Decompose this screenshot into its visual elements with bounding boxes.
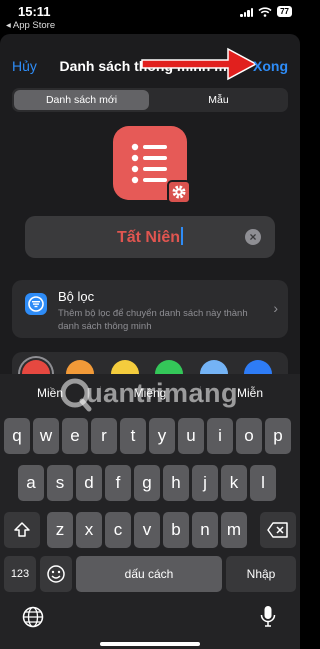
key-u[interactable]: u [178, 418, 204, 454]
color-swatch[interactable] [244, 360, 272, 374]
nav-bar: Hủy Danh sách thông minh mới Xong [0, 34, 300, 84]
keyboard: Miền Miệng Miễn uantrimang qwertyuiopasd… [0, 374, 300, 649]
segmented-control: Danh sách mới Mẫu [12, 88, 288, 112]
back-to-app-store[interactable]: ◂ App Store [6, 20, 55, 31]
filter-description: Thêm bộ lọc để chuyển danh sách này thàn… [58, 308, 248, 332]
wifi-icon [258, 6, 272, 17]
filter-icon [25, 293, 47, 315]
key-d[interactable]: d [76, 465, 102, 501]
microphone-icon[interactable] [260, 605, 276, 629]
key-n[interactable]: n [192, 512, 218, 548]
key-e[interactable]: e [62, 418, 88, 454]
key-y[interactable]: y [149, 418, 175, 454]
key-v[interactable]: v [134, 512, 160, 548]
key-t[interactable]: t [120, 418, 146, 454]
chevron-right-icon: › [273, 300, 278, 316]
status-bar: 15:11 ◂ App Store 77 [0, 0, 300, 31]
list-editor: Tất Niên × Bộ lọc Thêm bộ lọc để chuyển … [0, 120, 300, 374]
delete-key[interactable] [260, 512, 296, 548]
color-swatch[interactable] [22, 360, 50, 374]
cellular-signal-icon [240, 7, 254, 17]
color-swatch[interactable] [200, 360, 228, 374]
tab-templates[interactable]: Mẫu [151, 90, 286, 110]
key-q[interactable]: q [4, 418, 30, 454]
clear-text-icon[interactable]: × [245, 229, 261, 245]
color-swatch[interactable] [111, 360, 139, 374]
shift-icon [14, 522, 30, 537]
gear-icon [167, 180, 191, 204]
key-s[interactable]: s [47, 465, 73, 501]
suggestion-1[interactable]: Miền [0, 386, 100, 400]
key-o[interactable]: o [236, 418, 262, 454]
key-a[interactable]: a [18, 465, 44, 501]
filter-title: Bộ lọc [58, 289, 95, 304]
battery-icon: 77 [277, 6, 292, 17]
emoji-icon [47, 565, 65, 583]
key-p[interactable]: p [265, 418, 291, 454]
space-key[interactable]: dấu cách [76, 556, 222, 592]
filter-row[interactable]: Bộ lọc Thêm bộ lọc để chuyển danh sách n… [12, 280, 288, 338]
key-j[interactable]: j [192, 465, 218, 501]
emoji-key[interactable] [40, 556, 72, 592]
list-bullet-icon [131, 143, 167, 184]
globe-icon[interactable] [22, 606, 44, 628]
list-name-value: Tất Niên [116, 229, 181, 246]
key-k[interactable]: k [221, 465, 247, 501]
numbers-key[interactable]: 123 [4, 556, 36, 592]
color-swatch[interactable] [155, 360, 183, 374]
done-button[interactable]: Xong [253, 58, 288, 74]
key-w[interactable]: w [33, 418, 59, 454]
key-g[interactable]: g [134, 465, 160, 501]
home-indicator [100, 642, 200, 646]
key-x[interactable]: x [76, 512, 102, 548]
backspace-icon [267, 522, 288, 538]
list-name-field[interactable]: Tất Niên × [25, 216, 275, 258]
key-l[interactable]: l [250, 465, 276, 501]
tab-new-list[interactable]: Danh sách mới [14, 90, 149, 110]
return-key[interactable]: Nhập [226, 556, 296, 592]
key-i[interactable]: i [207, 418, 233, 454]
shift-key[interactable] [4, 512, 40, 548]
key-r[interactable]: r [91, 418, 117, 454]
suggestion-bar: Miền Miệng Miễn [0, 374, 300, 412]
key-m[interactable]: m [221, 512, 247, 548]
key-h[interactable]: h [163, 465, 189, 501]
key-b[interactable]: b [163, 512, 189, 548]
key-f[interactable]: f [105, 465, 131, 501]
color-picker [12, 352, 288, 374]
status-time: 15:11 [18, 4, 51, 19]
red-arrow-annotation [141, 47, 258, 81]
suggestion-3[interactable]: Miễn [200, 386, 300, 400]
new-smart-list-sheet: Hủy Danh sách thông minh mới Xong Danh s… [0, 34, 300, 374]
text-cursor [181, 227, 184, 245]
color-swatch[interactable] [66, 360, 94, 374]
key-c[interactable]: c [105, 512, 131, 548]
status-icons: 77 [240, 6, 292, 17]
suggestion-2[interactable]: Miệng [100, 386, 200, 400]
key-z[interactable]: z [47, 512, 73, 548]
